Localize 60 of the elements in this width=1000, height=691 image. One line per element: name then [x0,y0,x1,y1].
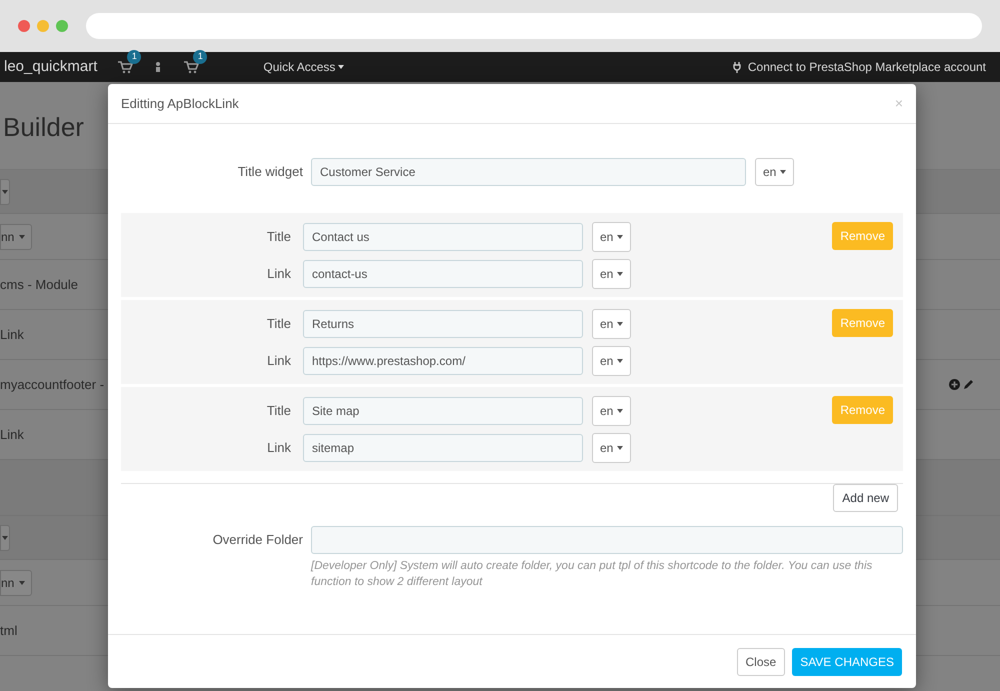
field-label: Title [266,228,292,246]
caret-icon [19,580,26,584]
notification-badge: 1 [193,50,208,64]
field-label: Link [266,264,292,283]
language-dropdown[interactable]: en [755,158,794,186]
help-text: [Developer Only] System will auto create folder, you can put tpl of this shortcode to the folder. You can use this function to show 2 different layout [311,559,874,590]
caret-icon [19,234,26,238]
block-name: tml [0,622,18,640]
language-dropdown[interactable]: en [592,396,632,426]
language-dropdown[interactable]: en [592,308,632,338]
add-icon[interactable] [949,379,960,390]
override-folder-field[interactable] [311,526,903,554]
language-dropdown[interactable]: en [592,432,632,462]
caret-icon [617,408,624,412]
dropdown-button[interactable] [0,178,10,204]
block-name: Link [0,426,24,444]
add-new-button[interactable]: Add new [833,484,898,512]
language-dropdown[interactable]: en [592,258,632,288]
notification-badge: 1 [127,50,142,64]
input-field[interactable]: sitemap [303,434,583,462]
caret-icon [617,272,624,276]
field-label: Override Folder [212,531,304,549]
input-field[interactable]: Site map [303,396,583,424]
quick-access-menu[interactable]: Quick Access [263,58,344,76]
input-field[interactable]: Returns [303,310,583,338]
field-label: Link [266,438,292,457]
input-field[interactable]: https://www.prestashop.com/ [303,346,583,374]
input-field[interactable]: Contact us [303,222,583,250]
modal-title: Editting ApBlockLink [121,94,239,113]
block-name: cms - Module [0,276,78,294]
input-field[interactable]: contact-us [303,260,583,288]
cart-icon[interactable] [117,60,134,74]
shop-name[interactable]: leo_quickmart [4,56,98,78]
field-label: Title [266,314,292,333]
cart-icon[interactable] [183,60,200,74]
caret-icon [617,234,624,238]
person-icon[interactable] [155,62,162,72]
caret-icon [2,190,8,194]
page-heading: Builder [3,112,84,142]
field-label: Title [266,402,292,420]
block-name: myaccountfooter - [0,376,104,394]
dropdown-button[interactable]: nn [0,224,32,250]
block-name: Link [0,326,24,344]
language-dropdown[interactable]: en [592,346,632,376]
language-dropdown[interactable]: en [592,222,632,252]
dropdown-button[interactable]: nn [0,570,32,596]
field-label: Title widget [236,163,304,182]
dropdown-button[interactable] [0,524,10,550]
caret-icon [617,322,624,326]
caret-icon [780,170,786,174]
title-widget-field[interactable]: Customer Service [311,158,746,186]
field-label: Link [266,352,292,370]
pencil-icon[interactable] [963,379,974,390]
marketplace-link[interactable]: Connect to PrestaShop Marketplace account [748,58,986,76]
caret-icon [617,446,624,450]
close-button[interactable]: Close [736,648,786,676]
caret-icon [338,65,344,69]
close-window-icon[interactable] [18,20,30,32]
caret-icon [2,536,8,540]
caret-icon [617,358,624,362]
